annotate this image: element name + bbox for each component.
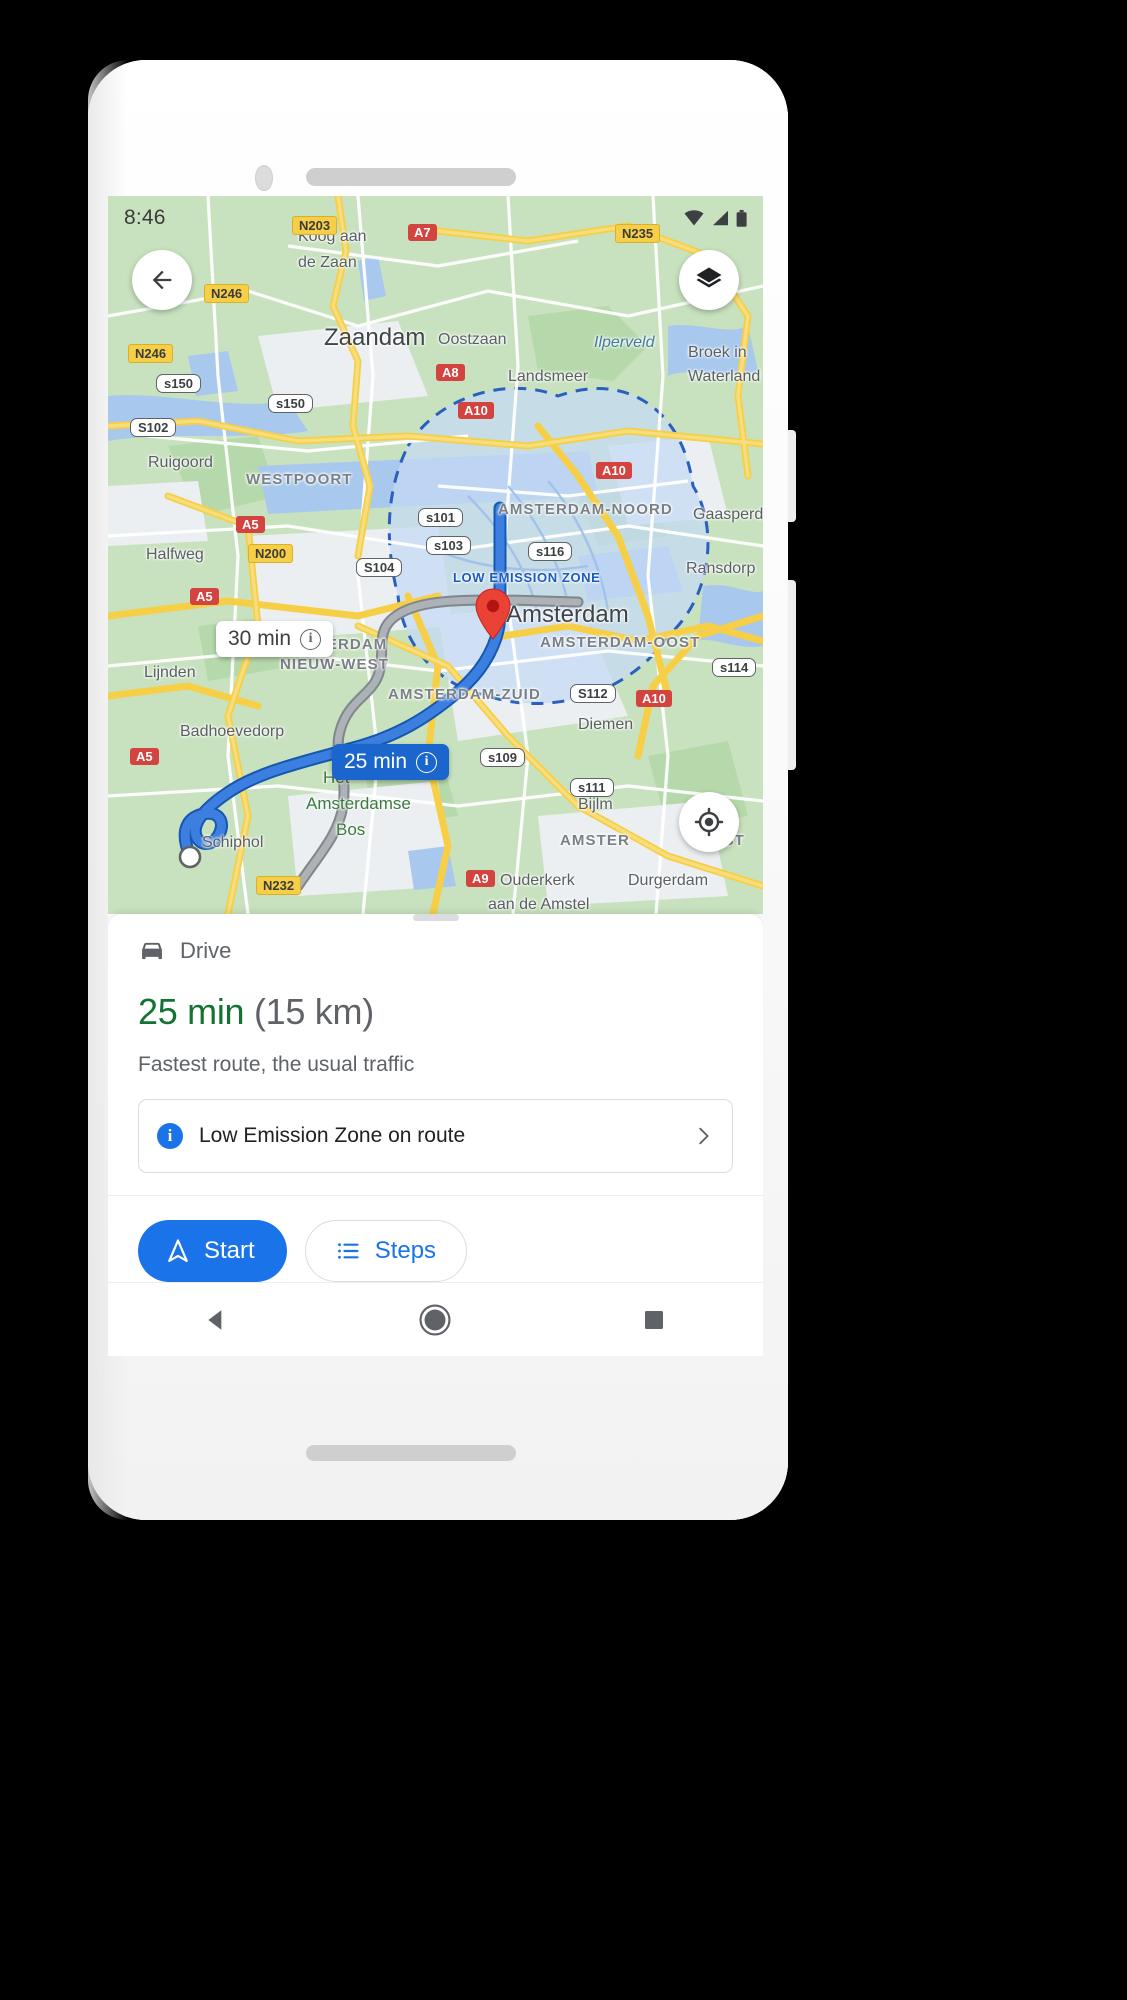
- road-shield-s102: S102: [130, 418, 177, 437]
- road-shield-s116: s116: [528, 542, 573, 561]
- nav-recents-button[interactable]: [546, 1308, 762, 1332]
- nav-home-button[interactable]: [327, 1303, 543, 1337]
- road-shield-a5: A5: [190, 588, 219, 605]
- cellular-signal-icon: [713, 210, 728, 226]
- chevron-right-icon[interactable]: [692, 1125, 714, 1147]
- phone-device: Koog aan de Zaan Zaandam Oostzaan Landsm…: [88, 60, 796, 1520]
- road-shield-n200: N200: [248, 544, 294, 563]
- map-layers-button[interactable]: [679, 250, 739, 310]
- eta-row: 25 min (15 km): [138, 991, 733, 1033]
- road-shield-a5: A5: [130, 748, 159, 765]
- road-shield-a10: A10: [458, 402, 494, 419]
- steps-button-label: Steps: [374, 1237, 437, 1264]
- map-view[interactable]: Koog aan de Zaan Zaandam Oostzaan Landsm…: [108, 196, 763, 914]
- road-shield-n246: N246: [128, 344, 174, 363]
- route-details-sheet: Drive 25 min (15 km) Fastest route, the …: [108, 914, 763, 1356]
- navigation-arrow-icon: [168, 1239, 188, 1263]
- road-shield-a9: A9: [466, 870, 495, 887]
- android-navigation-bar: [108, 1282, 763, 1356]
- alt-route-duration: 30 min: [228, 627, 292, 650]
- road-shield-s114: s114: [712, 658, 757, 677]
- list-icon: [337, 1243, 359, 1259]
- road-shield-s109: s109: [480, 748, 525, 767]
- road-shield-a8: A8: [436, 364, 465, 381]
- my-location-button[interactable]: [679, 792, 739, 852]
- map-canvas: [108, 196, 763, 914]
- alt-route-chip[interactable]: 30 min i: [216, 621, 334, 657]
- back-arrow-icon: [152, 270, 172, 290]
- wifi-icon: [684, 210, 704, 226]
- earpiece-speaker: [306, 168, 516, 186]
- steps-button[interactable]: Steps: [304, 1220, 468, 1282]
- road-shield-s103: s103: [426, 536, 471, 555]
- start-button[interactable]: Start: [138, 1220, 287, 1282]
- low-emission-zone-notice[interactable]: i Low Emission Zone on route: [138, 1099, 733, 1173]
- status-time: 8:46: [124, 206, 166, 229]
- sheet-content: Drive 25 min (15 km) Fastest route, the …: [108, 921, 763, 1173]
- status-icons: [684, 209, 747, 227]
- front-camera-icon: [255, 165, 273, 191]
- road-shield-n232: N232: [256, 876, 302, 895]
- road-shield-a5: A5: [236, 516, 265, 533]
- notice-text: Low Emission Zone on route: [199, 1124, 466, 1147]
- layers-icon: [696, 267, 722, 288]
- selected-route-chip[interactable]: 25 min i: [332, 744, 450, 780]
- selected-route-duration: 25 min: [344, 750, 408, 773]
- battery-icon: [736, 209, 747, 227]
- bottom-speaker: [306, 1445, 516, 1461]
- road-shield-s150: s150: [156, 374, 201, 393]
- road-shield-s101: s101: [418, 508, 463, 527]
- nav-back-button[interactable]: [109, 1307, 325, 1333]
- power-button[interactable]: [788, 430, 796, 522]
- info-icon: i: [157, 1123, 183, 1149]
- road-shield-s111: s111: [570, 778, 614, 797]
- destination-pin[interactable]: [474, 588, 512, 645]
- road-shield-s150: s150: [268, 394, 313, 413]
- circle-home-icon: [419, 1303, 451, 1336]
- travel-mode-row: Drive: [138, 937, 733, 965]
- phone-screen: Koog aan de Zaan Zaandam Oostzaan Landsm…: [108, 196, 763, 1356]
- screenshot-root: Koog aan de Zaan Zaandam Oostzaan Landsm…: [0, 0, 1127, 2000]
- route-description: Fastest route, the usual traffic: [138, 1053, 415, 1076]
- back-button[interactable]: [132, 250, 192, 310]
- info-icon[interactable]: i: [416, 751, 438, 773]
- car-icon: [142, 942, 162, 960]
- road-shield-s112: S112: [570, 684, 616, 703]
- road-shield-a10: A10: [596, 462, 632, 479]
- road-shield-n246: N246: [204, 284, 250, 303]
- start-button-label: Start: [204, 1237, 255, 1264]
- volume-button[interactable]: [788, 580, 796, 770]
- travel-mode-label: Drive: [180, 938, 232, 963]
- status-bar: 8:46: [108, 196, 763, 240]
- road-shield-s104: S104: [356, 558, 403, 577]
- eta-duration: 25 min: [138, 991, 245, 1032]
- my-location-icon: [694, 807, 724, 837]
- map-pin-icon: [475, 588, 511, 640]
- eta-distance: (15 km): [253, 991, 374, 1032]
- square-recents-icon: [644, 1310, 663, 1329]
- road-shield-a10: A10: [636, 690, 672, 707]
- info-icon[interactable]: i: [300, 628, 322, 650]
- sheet-drag-handle[interactable]: [412, 914, 459, 921]
- triangle-back-icon: [208, 1309, 222, 1330]
